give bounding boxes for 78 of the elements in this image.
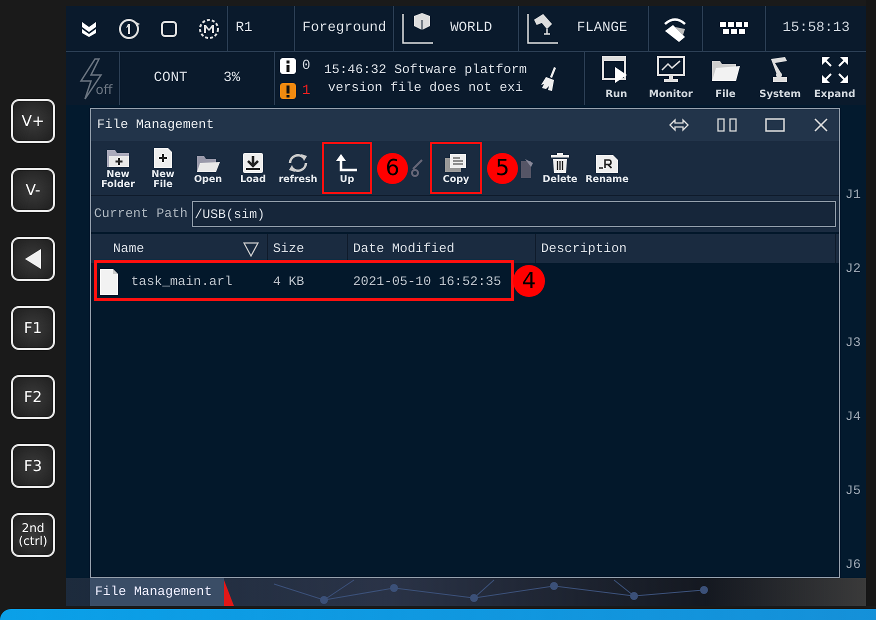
joint-label: J2: [845, 260, 861, 278]
toolbar-button[interactable]: Copy: [430, 142, 482, 194]
left-triangle-icon: [23, 248, 43, 270]
warning-count: 1: [302, 82, 310, 100]
left-arrow-key[interactable]: [11, 237, 55, 281]
column-header[interactable]: Size: [268, 234, 348, 263]
circled-one-icon: [118, 18, 140, 40]
callout-number: 4: [513, 265, 545, 297]
info-icon: [280, 58, 296, 74]
taskbar-tab[interactable]: File Management: [90, 578, 224, 606]
callout-number: 5: [487, 152, 518, 184]
nav-button[interactable]: Expand: [810, 55, 860, 102]
joint-label: J6: [845, 556, 861, 574]
document-icon: [99, 268, 119, 296]
column-header[interactable]: Date Modified: [348, 234, 536, 263]
monitor-chart-icon: [656, 55, 686, 85]
close-icon[interactable]: [813, 117, 829, 133]
axes-robot-arm-icon: [524, 12, 559, 46]
copy-icon: [444, 152, 468, 174]
speed-value: 3%: [223, 69, 240, 88]
clock-time: 15:58:13: [782, 19, 850, 38]
file-name: task_main.arl: [131, 273, 232, 292]
nav-button[interactable]: Run: [591, 55, 642, 102]
expand-arrows-icon: [820, 55, 850, 85]
joint-label: J4: [845, 408, 861, 426]
motion-mode-label: CONT: [154, 69, 188, 88]
split-view-icon[interactable]: [717, 118, 737, 132]
side-key[interactable]: V-: [11, 168, 55, 212]
toolbar-button[interactable]: Up: [322, 142, 372, 194]
wedge-icon: [224, 578, 234, 606]
toolbar-button[interactable]: New Folder: [97, 142, 139, 194]
refresh-icon: [286, 152, 310, 174]
tool-frame-label: FLANGE: [576, 19, 628, 38]
toolbar-button[interactable]: Open: [187, 142, 229, 194]
toolbar-button[interactable]: Delete: [540, 142, 580, 194]
joint-label: J5: [845, 482, 861, 500]
side-key[interactable]: 2nd (ctrl): [11, 513, 55, 557]
path-label: Current Path: [94, 205, 188, 224]
robot-label: R1: [236, 19, 252, 38]
download-icon: [241, 152, 265, 174]
side-key[interactable]: F2: [11, 375, 55, 419]
column-header[interactable]: Description: [536, 234, 836, 263]
toolbar-button[interactable]: Load: [232, 142, 274, 194]
warning-icon: [280, 83, 296, 99]
date-modified: 2021-05-10 16:52:35: [352, 273, 502, 292]
side-key[interactable]: V+: [11, 99, 55, 143]
maximize-icon[interactable]: [765, 118, 785, 132]
resize-horizontal-icon[interactable]: [669, 118, 689, 132]
scissors-icon[interactable]: [411, 157, 423, 179]
square-icon: [160, 20, 178, 38]
keyboard-icon: [719, 20, 750, 36]
nav-button[interactable]: File: [700, 55, 750, 102]
joint-label: J1: [845, 186, 861, 204]
info-count: 0: [302, 56, 310, 76]
task-label: Foreground: [302, 19, 386, 38]
nav-button[interactable]: Monitor: [646, 55, 696, 102]
window-title: File Management: [97, 116, 214, 134]
circled-m-icon: [198, 18, 220, 40]
clipboard-icon[interactable]: [521, 157, 533, 179]
up-arrow-icon: [335, 152, 359, 174]
column-header[interactable]: Name: [113, 238, 144, 258]
toolbar-button[interactable]: Rename: [583, 142, 631, 194]
trash-icon: [548, 152, 572, 174]
chevrons-down-icon: [80, 20, 98, 38]
new-file-icon: [151, 146, 175, 168]
callout-number: 6: [377, 152, 408, 184]
path-field[interactable]: /USB(sim): [192, 201, 836, 227]
toolbar-button[interactable]: New File: [142, 142, 184, 194]
coordinate-frame-label: WORLD: [450, 19, 492, 38]
nav-button[interactable]: System: [755, 55, 806, 102]
side-key[interactable]: F3: [11, 444, 55, 488]
joint-label: J3: [845, 334, 861, 352]
axes-cube-icon: [400, 12, 434, 46]
toolbar-button[interactable]: refresh: [277, 142, 319, 194]
file-size: 4 KB: [272, 273, 306, 292]
sort-triangle-icon[interactable]: [243, 240, 259, 256]
side-key[interactable]: F1: [11, 306, 55, 350]
log-message: 15:46:32 Software platform version file does not exi: [322, 60, 528, 96]
